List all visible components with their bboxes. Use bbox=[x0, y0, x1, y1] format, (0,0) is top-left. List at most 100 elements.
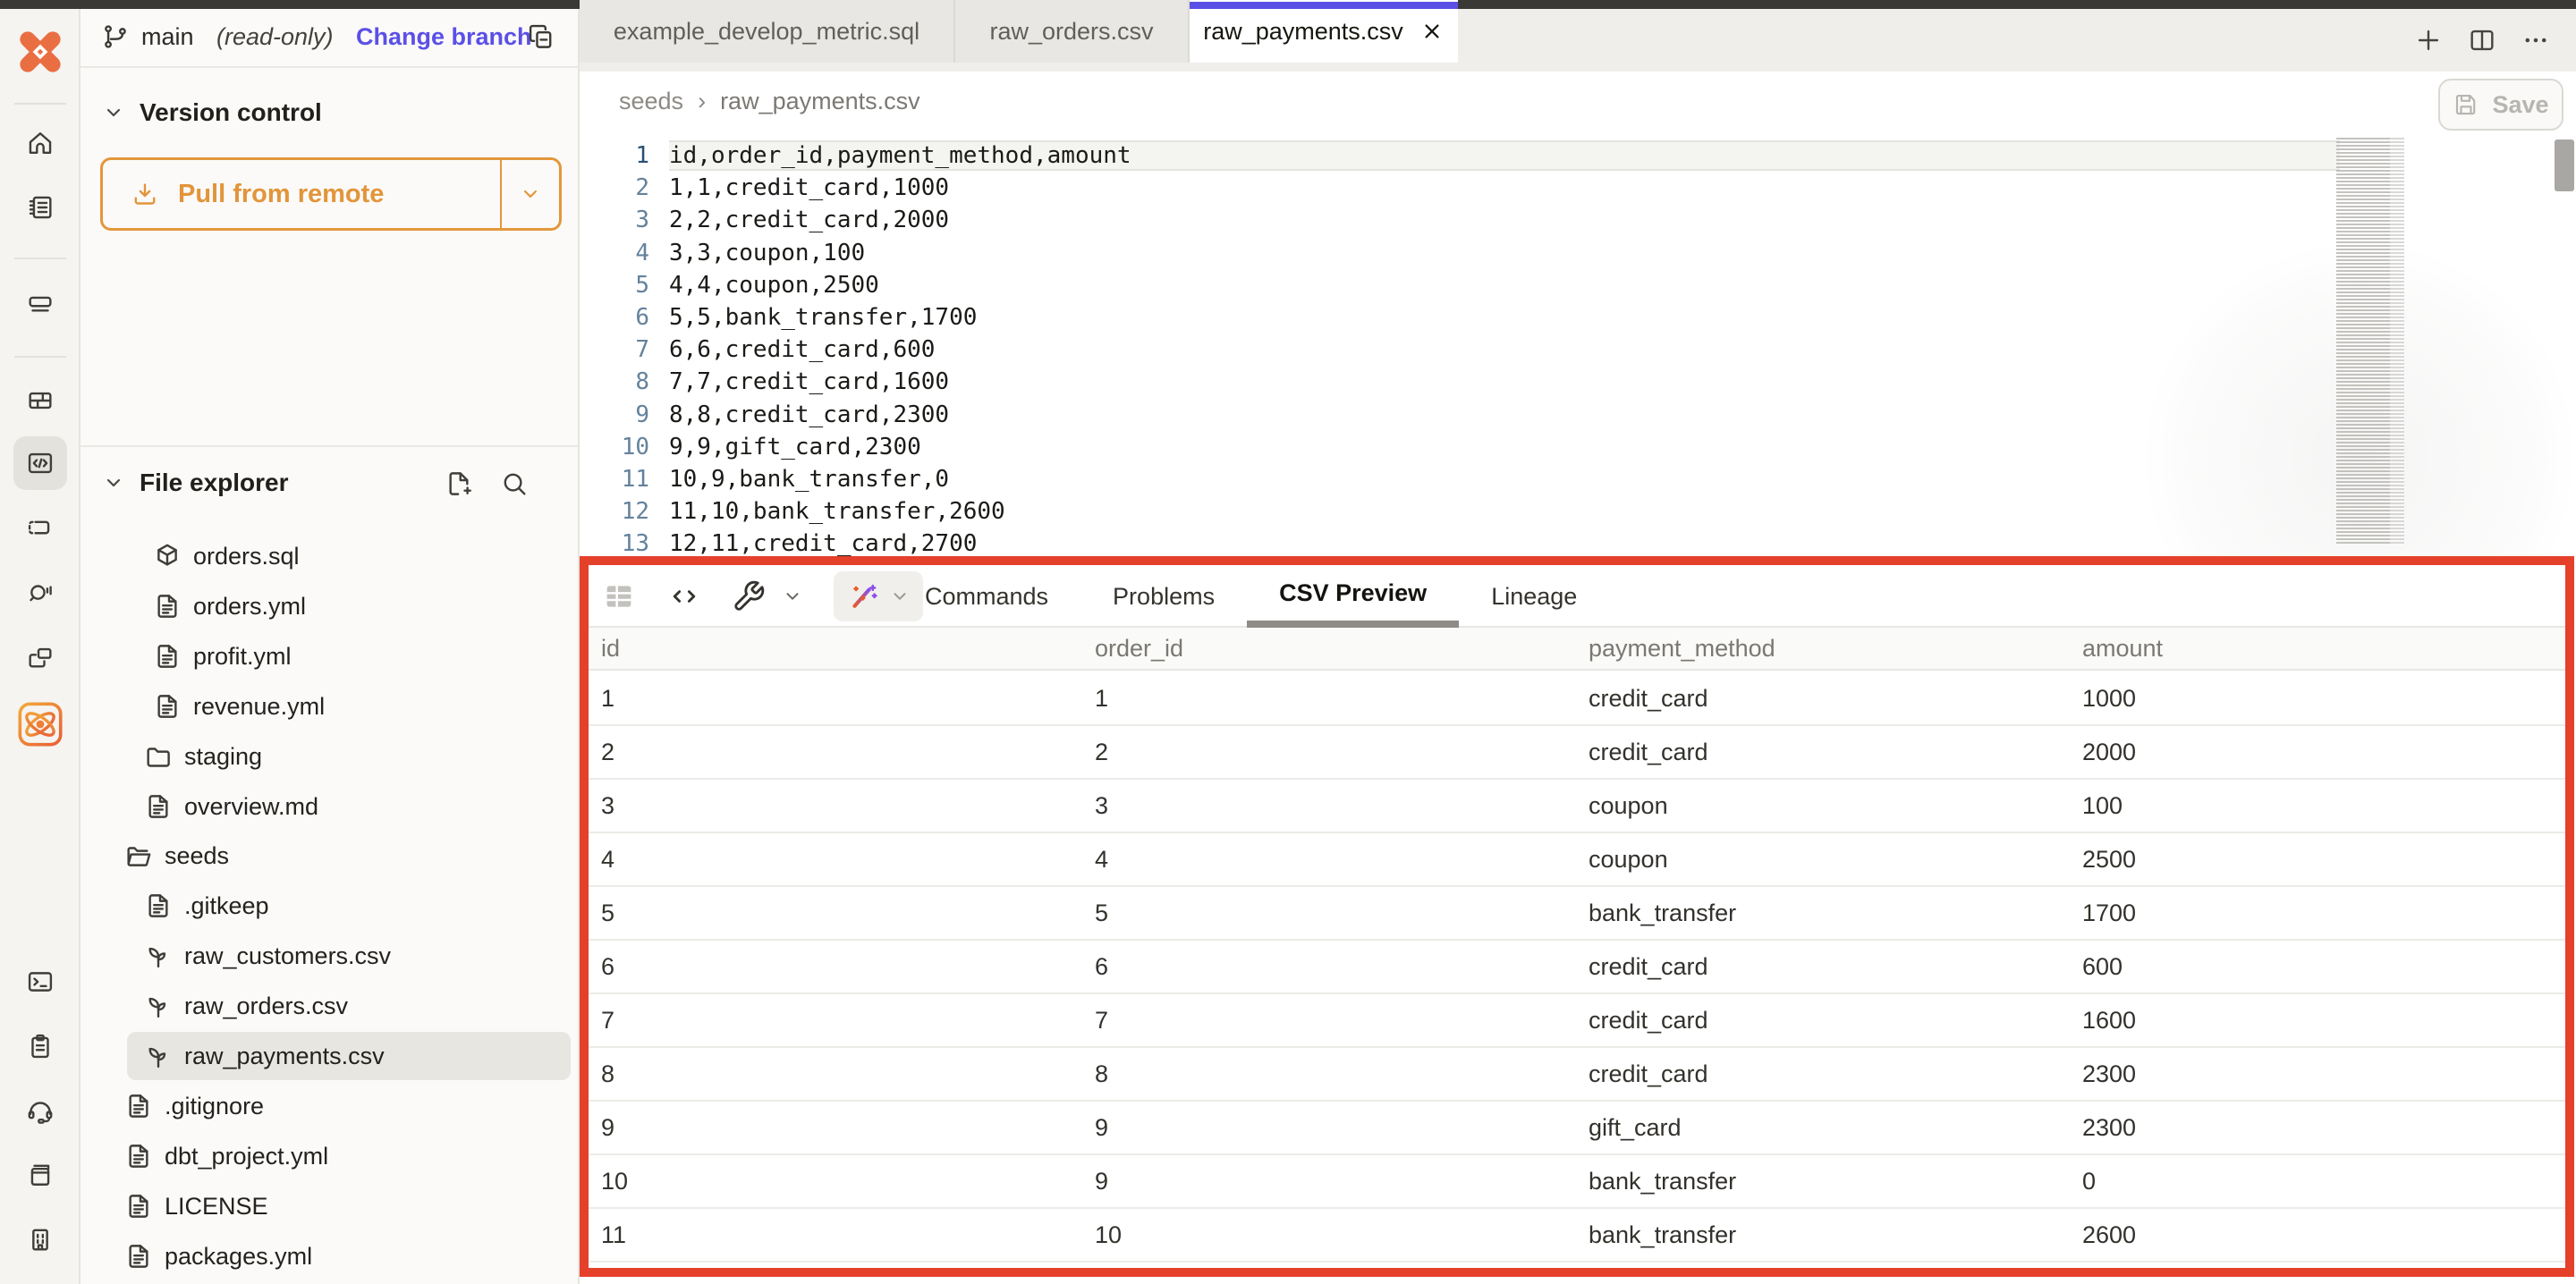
line-text: 7,7,credit_card,1600 bbox=[669, 368, 2340, 395]
editor-line-12[interactable]: 1211,10,bank_transfer,2600 bbox=[580, 494, 2576, 528]
file-item-raw_customers.csv[interactable]: raw_customers.csv bbox=[127, 932, 407, 980]
file-label: profit.yml bbox=[193, 643, 292, 671]
panel-tab-csv-preview[interactable]: CSV Preview bbox=[1247, 565, 1459, 628]
file-explorer-actions bbox=[444, 469, 530, 499]
file-item-orders.sql[interactable]: orders.sql bbox=[136, 532, 316, 580]
line-number: 2 bbox=[580, 174, 649, 201]
chevron-down-icon[interactable] bbox=[782, 586, 803, 607]
tab-raw-payments[interactable]: raw_payments.csv bbox=[1190, 0, 1458, 63]
table-row: 33coupon100 bbox=[589, 780, 2565, 833]
file-item-profit.yml[interactable]: profit.yml bbox=[136, 632, 308, 680]
clipboard-icon[interactable] bbox=[25, 1031, 55, 1061]
file-label: .gitignore bbox=[165, 1093, 264, 1120]
editor-line-1[interactable]: 1id,order_id,payment_method,amount bbox=[580, 139, 2576, 172]
query-icon[interactable] bbox=[25, 577, 55, 607]
file-item-.gitkeep[interactable]: .gitkeep bbox=[127, 882, 285, 930]
editor-line-11[interactable]: 1110,9,bank_transfer,0 bbox=[580, 462, 2576, 495]
editor-line-7[interactable]: 7 6,6,credit_card,600 bbox=[580, 333, 2576, 366]
editor-line-5[interactable]: 54,4,coupon,2500 bbox=[580, 268, 2576, 301]
cell: 10 bbox=[1082, 1221, 1576, 1249]
column-header-payment_method: payment_method bbox=[1576, 635, 2070, 663]
terminal-icon[interactable] bbox=[25, 967, 55, 997]
editor-line-13[interactable]: 1312,11,credit_card,2700 bbox=[580, 527, 2576, 560]
cell: 2300 bbox=[2070, 1060, 2563, 1088]
pull-options-caret[interactable] bbox=[500, 160, 559, 228]
editor-line-8[interactable]: 87,7,credit_card,1600 bbox=[580, 365, 2576, 398]
file-item-seeds[interactable]: seeds bbox=[107, 832, 245, 880]
panel-tab-lineage[interactable]: Lineage bbox=[1459, 565, 1609, 628]
new-tab-plus-icon[interactable] bbox=[2413, 25, 2444, 55]
editor-line-4[interactable]: 43,3,coupon,100 bbox=[580, 236, 2576, 269]
table-row: 66credit_card600 bbox=[589, 941, 2565, 994]
csv-preview-panel annotation-highlight: CommandsProblemsCSV PreviewLineage idord… bbox=[580, 556, 2574, 1277]
panel-tab-problems[interactable]: Problems bbox=[1080, 565, 1247, 628]
cell: 2300 bbox=[2070, 1114, 2563, 1142]
panel-tab-commands[interactable]: Commands bbox=[893, 565, 1080, 628]
pull-from-remote-button[interactable]: Pull from remote bbox=[100, 157, 562, 231]
file-item-staging[interactable]: staging bbox=[127, 732, 278, 781]
cell: 9 bbox=[1082, 1114, 1576, 1142]
copy-icon[interactable] bbox=[526, 21, 556, 52]
breadcrumb-separator: › bbox=[698, 88, 706, 115]
minimap-fade bbox=[2390, 138, 2404, 545]
line-text: 6,6,credit_card,600 bbox=[669, 336, 2340, 363]
editor-line-2[interactable]: 21,1,credit_card,1000 bbox=[580, 171, 2576, 204]
editor-line-3[interactable]: 32,2,credit_card,2000 bbox=[580, 203, 2576, 236]
file-item-.gitignore[interactable]: .gitignore bbox=[107, 1082, 280, 1130]
line-text: 8,8,credit_card,2300 bbox=[669, 401, 2340, 428]
rail-divider bbox=[14, 103, 66, 105]
copilot-atom-icon[interactable] bbox=[14, 698, 66, 750]
column-header-amount: amount bbox=[2070, 635, 2563, 663]
editor-line-10[interactable]: 109,9,gift_card,2300 bbox=[580, 430, 2576, 463]
line-number: 7 bbox=[580, 336, 649, 363]
tab-raw-orders[interactable]: raw_orders.csv bbox=[955, 0, 1190, 63]
cell: 8 bbox=[589, 1060, 1082, 1088]
home-icon[interactable] bbox=[25, 128, 55, 158]
build-tools-wrench-icon[interactable] bbox=[732, 579, 766, 613]
file-item-overview.md[interactable]: overview.md bbox=[127, 782, 335, 831]
code-editor[interactable]: 1id,order_id,payment_method,amount21,1,c… bbox=[580, 136, 2576, 556]
cell: coupon bbox=[1576, 846, 2070, 874]
file-label: raw_customers.csv bbox=[184, 942, 391, 970]
dashboards-icon[interactable] bbox=[25, 385, 55, 416]
organization-icon[interactable] bbox=[25, 1224, 55, 1254]
chevron-down-icon[interactable] bbox=[102, 471, 125, 494]
search-icon[interactable] bbox=[499, 469, 530, 499]
cell: 2600 bbox=[2070, 1221, 2563, 1249]
windows-icon[interactable] bbox=[25, 643, 55, 673]
editor-line-6[interactable]: 65,5,bank_transfer,1700 bbox=[580, 300, 2576, 334]
inbox-icon[interactable] bbox=[25, 287, 55, 317]
file-item-revenue.yml[interactable]: revenue.yml bbox=[136, 682, 341, 731]
notebook-icon[interactable] bbox=[25, 192, 55, 223]
close-icon[interactable] bbox=[1419, 19, 1445, 44]
chevron-down-icon[interactable] bbox=[102, 101, 125, 124]
support-headset-icon[interactable] bbox=[25, 1095, 55, 1126]
dbt-logo[interactable] bbox=[15, 27, 65, 77]
file-item-orders.yml[interactable]: orders.yml bbox=[136, 582, 322, 630]
file-explorer-header[interactable]: File explorer bbox=[102, 469, 289, 497]
branch-name: main bbox=[141, 23, 194, 51]
file-item-packages.yml[interactable]: packages.yml bbox=[107, 1232, 328, 1280]
breadcrumb-row: seeds › raw_payments.csv Save bbox=[580, 72, 2576, 136]
more-options-icon[interactable] bbox=[2521, 25, 2551, 55]
file-item-raw_payments.csv[interactable]: raw_payments.csv bbox=[127, 1032, 571, 1080]
tab-example-develop-metric[interactable]: example_develop_metric.sql bbox=[580, 0, 955, 63]
canvas-icon[interactable] bbox=[25, 512, 55, 543]
docs-icon[interactable] bbox=[25, 1160, 55, 1190]
save-button[interactable]: Save bbox=[2438, 79, 2563, 131]
file-item-dbt_project.yml[interactable]: dbt_project.yml bbox=[107, 1132, 344, 1180]
change-branch-link[interactable]: Change branch bbox=[356, 23, 532, 51]
line-text: 5,5,bank_transfer,1700 bbox=[669, 304, 2340, 331]
table-view-icon[interactable] bbox=[601, 579, 637, 614]
code-view-icon[interactable] bbox=[667, 579, 701, 613]
version-control-header[interactable]: Version control bbox=[102, 98, 322, 127]
editor-scrollbar[interactable] bbox=[2555, 139, 2574, 191]
file-item-LICENSE[interactable]: LICENSE bbox=[107, 1182, 284, 1230]
split-editor-icon[interactable] bbox=[2467, 25, 2497, 55]
develop-icon[interactable] bbox=[13, 436, 67, 490]
file-label: dbt_project.yml bbox=[165, 1143, 328, 1170]
line-number: 5 bbox=[580, 272, 649, 299]
file-item-raw_orders.csv[interactable]: raw_orders.csv bbox=[127, 982, 364, 1030]
new-file-icon[interactable] bbox=[444, 469, 474, 499]
editor-line-9[interactable]: 98,8,credit_card,2300 bbox=[580, 398, 2576, 431]
